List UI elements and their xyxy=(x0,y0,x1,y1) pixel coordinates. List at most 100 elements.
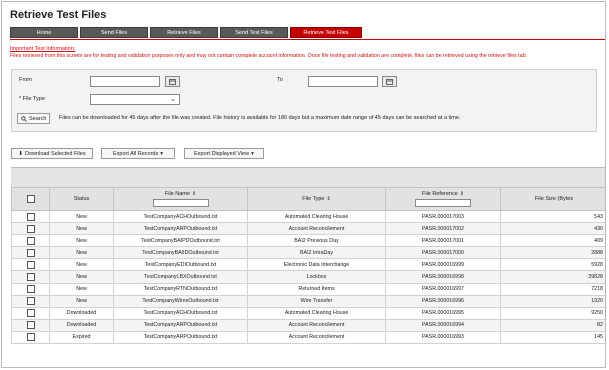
sort-icon[interactable]: ⇕ xyxy=(192,191,196,197)
tab-retrieve-files[interactable]: Retrieve Files xyxy=(150,27,218,38)
status-cell: New xyxy=(49,222,114,236)
table-row[interactable]: New TestCompanyLBXOutbound.txt Lockbox PASR… xyxy=(11,270,605,284)
row-select-cell xyxy=(11,246,50,260)
from-label: From xyxy=(19,77,32,83)
status-cell: New xyxy=(49,294,114,308)
row-select-cell xyxy=(11,270,50,284)
row-checkbox[interactable] xyxy=(26,236,35,245)
row-checkbox[interactable] xyxy=(26,333,35,342)
file-type-cell: Electronic Data Interchange xyxy=(247,258,386,272)
export-displayed-button[interactable]: Export Displayed View ▾ xyxy=(184,148,264,159)
table-row[interactable]: New TestCompanyBAIPDOutbound.txt BAI2 Prev… xyxy=(11,234,605,248)
file-name-cell[interactable]: TestCompanyWiresOutbound.txt xyxy=(113,294,248,308)
file-type-select[interactable]: ⌄ xyxy=(90,94,180,105)
status-cell: Downloaded xyxy=(49,318,114,332)
table-row[interactable]: Downloaded TestCompanyARPOutbound.txt Acco… xyxy=(11,318,605,332)
status-cell: New xyxy=(49,282,114,296)
file-size-cell: 1920 xyxy=(500,294,605,308)
file-size-column-header[interactable]: File Size (Bytes xyxy=(500,187,605,211)
row-checkbox[interactable] xyxy=(26,260,35,269)
file-name-header-label: File Name xyxy=(164,191,190,197)
from-calendar-button[interactable] xyxy=(165,76,180,87)
file-reference-filter-input[interactable] xyxy=(415,199,471,207)
file-type-cell: Account Reconcilement xyxy=(247,330,386,345)
tab-send-files[interactable]: Send Files xyxy=(80,27,148,38)
file-type-cell: BAI2 IntraDay xyxy=(247,246,386,260)
table-header-row: Status File Name ⇕ File Type ⇕ File Refere… xyxy=(11,187,605,211)
file-name-cell[interactable]: TestCompanyARPOutbound.txt xyxy=(113,330,248,345)
file-name-cell[interactable]: TestCompanyEDIOutbound.txt xyxy=(113,258,248,272)
status-column-header[interactable]: Status xyxy=(49,187,114,211)
to-calendar-button[interactable] xyxy=(382,76,397,87)
row-select-cell xyxy=(11,306,50,320)
file-name-cell[interactable]: TestCompanyRTNOutbound.txt xyxy=(113,282,248,296)
file-type-cell: BAI2 Previous Day xyxy=(247,234,386,248)
table-row[interactable]: New TestCompanyARPOutbound.txt Account Rec… xyxy=(11,222,605,236)
status-cell: Expired xyxy=(49,330,114,345)
download-selected-button[interactable]: ⬇ Download Selected Files xyxy=(11,148,93,159)
file-name-cell[interactable]: TestCompanyBAIPDOutbound.txt xyxy=(113,234,248,248)
file-name-cell[interactable]: TestCompanyARPOutbound.txt xyxy=(113,318,248,332)
file-size-cell: 2888 xyxy=(500,246,605,260)
sort-icon[interactable]: ⇕ xyxy=(327,196,331,202)
search-help-text: Files can be downloaded for 45 days afte… xyxy=(59,115,461,121)
row-checkbox[interactable] xyxy=(26,248,35,257)
grid-toolbar xyxy=(11,167,605,188)
to-date-input[interactable] xyxy=(308,76,378,87)
file-reference-column-header[interactable]: File Reference ⇕ xyxy=(385,187,501,211)
file-name-column-header[interactable]: File Name ⇕ xyxy=(113,187,248,211)
status-cell: New xyxy=(49,258,114,272)
file-name-cell[interactable]: TestCompanyARPOutbound.txt xyxy=(113,222,248,236)
status-cell: New xyxy=(49,246,114,260)
table-row[interactable]: New TestCompanyWiresOutbound.txt Wire Tran… xyxy=(11,294,605,308)
row-select-cell xyxy=(11,330,50,345)
file-reference-header-label: File Reference xyxy=(422,191,458,197)
table-row[interactable]: Expired TestCompanyARPOutbound.txt Account… xyxy=(11,330,605,345)
tab-retrieve-test-files[interactable]: Retrieve Test Files xyxy=(290,27,362,38)
file-type-cell: Automated Clearing House xyxy=(247,209,386,224)
table-row[interactable]: New TestCompanyEDIOutbound.txt Electronic … xyxy=(11,258,605,272)
file-name-filter-input[interactable] xyxy=(152,199,209,207)
select-all-checkbox[interactable] xyxy=(26,195,35,203)
table-row[interactable]: New TestCompanyACHOutbound.txt Automated C… xyxy=(11,209,605,224)
sort-icon[interactable]: ⇕ xyxy=(460,191,464,197)
search-button[interactable]: Search xyxy=(17,113,51,124)
file-reference-cell: PASR.000016996 xyxy=(385,294,501,308)
table-row[interactable]: New TestCompanyBAIIDOutbound.txt BAI2 Intr… xyxy=(11,246,605,260)
file-name-cell[interactable]: TestCompanyLBXOutbound.txt xyxy=(113,270,248,284)
row-checkbox[interactable] xyxy=(26,309,35,318)
file-reference-cell: PASR.000017002 xyxy=(385,222,501,236)
file-type-column-header[interactable]: File Type ⇕ xyxy=(247,187,386,211)
tab-home[interactable]: Home xyxy=(10,27,78,38)
row-checkbox[interactable] xyxy=(26,224,35,233)
search-icon xyxy=(21,115,27,122)
status-cell: New xyxy=(49,270,114,284)
file-name-cell[interactable]: TestCompanyACHOutbound.txt xyxy=(113,306,248,320)
caret-down-icon: ▾ xyxy=(251,150,254,157)
file-size-cell: 5928 xyxy=(500,258,605,272)
status-cell: New xyxy=(49,234,114,248)
file-size-cell: 145 xyxy=(500,330,605,345)
row-checkbox[interactable] xyxy=(26,285,35,294)
export-all-button[interactable]: Export All Records ▾ xyxy=(101,148,175,159)
file-type-cell: Account Reconcilement xyxy=(247,222,386,236)
row-select-cell xyxy=(11,318,50,332)
table-row[interactable]: Downloaded TestCompanyACHOutbound.txt Auto… xyxy=(11,306,605,320)
file-name-cell[interactable]: TestCompanyBAIIDOutbound.txt xyxy=(113,246,248,260)
file-name-cell[interactable]: TestCompanyACHOutbound.txt xyxy=(113,209,248,224)
download-icon: ⬇ xyxy=(18,150,24,157)
from-date-input[interactable] xyxy=(90,76,160,87)
row-select-cell xyxy=(11,282,50,296)
file-reference-cell: PASR.000016995 xyxy=(385,306,501,320)
row-checkbox[interactable] xyxy=(26,321,35,330)
tab-send-test-files[interactable]: Send Test Files xyxy=(220,27,288,38)
row-select-cell xyxy=(11,234,50,248)
status-cell: New xyxy=(49,209,114,224)
select-all-cell xyxy=(11,187,50,211)
row-checkbox[interactable] xyxy=(26,273,35,282)
table-row[interactable]: New TestCompanyRTNOutbound.txt Returned It… xyxy=(11,282,605,296)
row-select-cell xyxy=(11,209,50,224)
files-table: Status File Name ⇕ File Type ⇕ File Refere… xyxy=(11,187,605,345)
row-checkbox[interactable] xyxy=(26,297,35,306)
row-checkbox[interactable] xyxy=(26,212,35,221)
